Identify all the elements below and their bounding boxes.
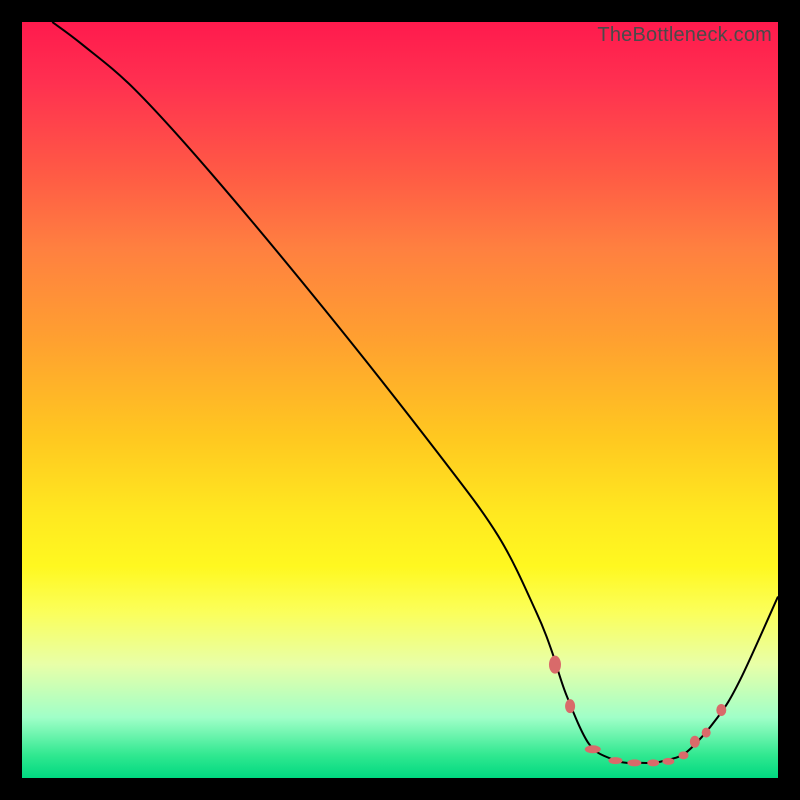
data-marker [690,736,700,748]
plot-area: TheBottleneck.com [22,22,778,778]
data-marker [716,704,726,716]
data-marker [647,759,659,766]
watermark-text: TheBottleneck.com [597,24,772,47]
chart-svg [22,22,778,778]
data-marker [627,759,641,766]
data-marker [702,728,711,738]
data-marker [585,745,601,753]
marker-group [549,656,726,767]
data-marker [679,751,689,759]
bottleneck-curve [52,22,778,763]
data-marker [549,656,561,674]
data-marker [608,757,622,764]
data-marker [565,699,575,713]
data-marker [662,758,674,765]
